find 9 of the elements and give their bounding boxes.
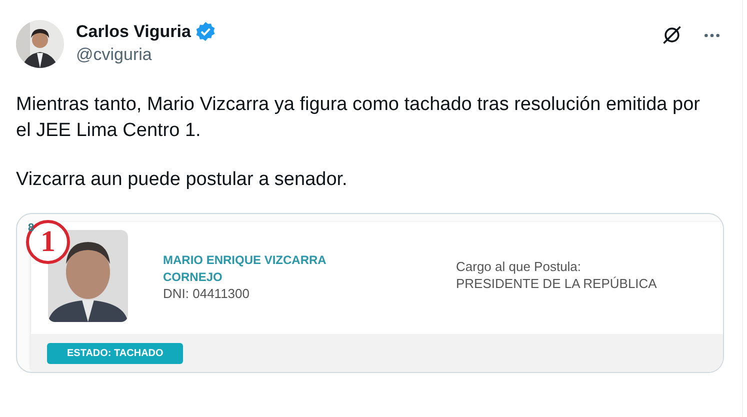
tweet-text: Mientras tanto, Mario Vizcarra ya figura como tachado tras resolución emitida por el JEE Lima Centro 1. <box>16 93 701 143</box>
author-handle[interactable]: @cviguria <box>76 45 216 65</box>
office-label: Cargo al que Postula: <box>456 258 582 275</box>
author-name[interactable]: Carlos Viguria <box>76 22 191 42</box>
office-value: PRESIDENTE DE LA REPÚBLICA <box>456 275 657 292</box>
dni-text: DNI: 04411300 <box>163 286 250 302</box>
candidate-name: MARIO ENRIQUE VIZCARRA CORNEJO <box>163 252 327 286</box>
tweet-text: Vizcarra aun puede postular a senador. <box>16 168 348 192</box>
status-badge: ESTADO: TACHADO <box>47 342 184 364</box>
